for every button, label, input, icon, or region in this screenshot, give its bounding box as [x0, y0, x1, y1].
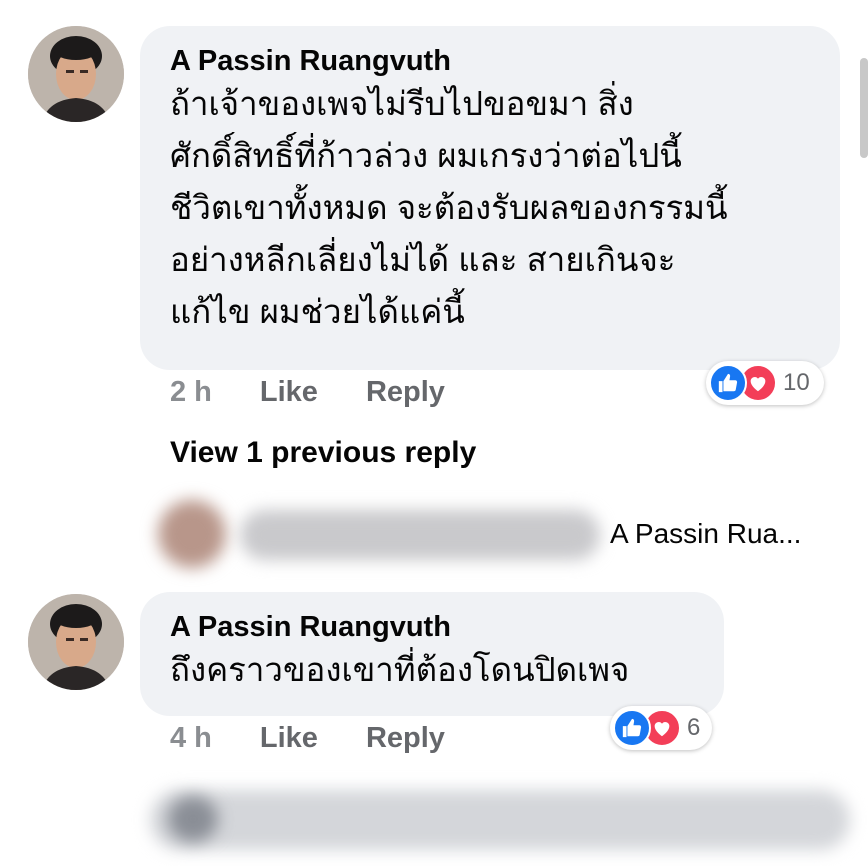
comment-bubble: A Passin Ruangvuth ถึงคราวของเขาที่ต้องโ… — [140, 592, 724, 716]
blurred-avatar — [158, 500, 226, 568]
comment-text-line: ถ้าเจ้าของเพจไม่รีบไปขอขมา สิ่ง — [170, 85, 634, 122]
like-reaction-icon — [613, 709, 651, 747]
reply-button[interactable]: Reply — [366, 722, 445, 755]
reply-preview-author[interactable]: A Passin Rua... — [610, 518, 801, 550]
like-reaction-icon — [709, 364, 747, 402]
reaction-count: 6 — [687, 714, 701, 741]
blurred-comment — [150, 790, 850, 850]
avatar[interactable] — [28, 594, 124, 690]
comment-bubble: A Passin Ruangvuth ถ้าเจ้าของเพจไม่รีบไป… — [140, 26, 840, 370]
scrollbar-thumb[interactable] — [860, 58, 868, 158]
blurred-reply-text — [240, 510, 600, 560]
comment-text-line: ชีวิตเขาทั้งหมด จะต้องรับผลของกรรมนี้ — [170, 189, 728, 226]
comment-text-line: แก้ไข ผมช่วยได้แค่นี้ — [170, 293, 465, 330]
comment-text-line: ศักดิ์สิทธิ์ที่ก้าวล่วง ผมเกรงว่าต่อไปนี… — [170, 137, 682, 174]
comment-actions: 2 h Like Reply — [170, 376, 493, 409]
comment-actions: 4 h Like Reply — [170, 722, 493, 755]
like-button[interactable]: Like — [260, 376, 318, 409]
like-button[interactable]: Like — [260, 722, 318, 755]
avatar-image — [28, 594, 124, 690]
comment-text-line: อย่างหลีกเลี่ยงไม่ได้ และ สายเกินจะ — [170, 241, 676, 278]
comment-author[interactable]: A Passin Ruangvuth — [170, 610, 694, 644]
comment-timestamp[interactable]: 2 h — [170, 376, 212, 409]
avatar[interactable] — [28, 26, 124, 122]
comment-timestamp[interactable]: 4 h — [170, 722, 212, 755]
reaction-count: 10 — [783, 369, 810, 396]
comment-author[interactable]: A Passin Ruangvuth — [170, 44, 810, 78]
view-previous-replies-link[interactable]: View 1 previous reply — [170, 436, 476, 470]
reply-button[interactable]: Reply — [366, 376, 445, 409]
blurred-avatar — [168, 796, 218, 842]
comment-text-line: ถึงคราวของเขาที่ต้องโดนปิดเพจ — [170, 651, 630, 688]
reaction-summary[interactable]: 6 — [610, 706, 713, 750]
avatar-image — [28, 26, 124, 122]
reaction-summary[interactable]: 10 — [706, 361, 824, 405]
